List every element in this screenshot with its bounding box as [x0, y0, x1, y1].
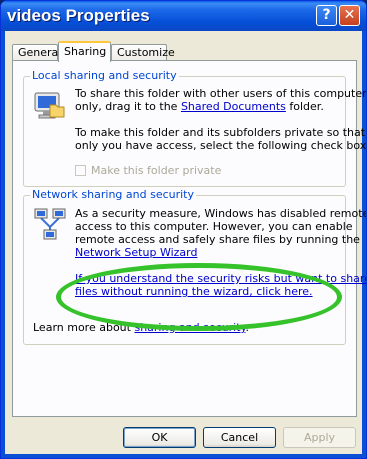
network-sharing-group: Network sharing and security As a securi…	[23, 188, 366, 345]
tab-general[interactable]: General	[12, 44, 61, 61]
cancel-button[interactable]: Cancel	[203, 427, 276, 448]
network-computers-icon	[33, 206, 67, 240]
local-text-line2-suffix: folder.	[285, 100, 324, 113]
network-text-line1: As a security measure, Windows has disab…	[75, 207, 367, 220]
apply-button[interactable]: Apply	[283, 427, 356, 448]
properties-window: videos Properties ? ✕ General Sharing Cu…	[0, 0, 367, 459]
tab-sharing[interactable]: Sharing	[58, 41, 111, 62]
learn-more-text: Learn more about sharing and security.	[33, 321, 249, 334]
network-sharing-legend: Network sharing and security	[30, 188, 197, 201]
make-private-checkbox[interactable]	[75, 165, 86, 176]
sharing-tab-panel: Local sharing and security To share this…	[12, 60, 366, 417]
local-text-line2: only, drag it to the Shared Documents fo…	[75, 100, 324, 113]
computer-folder-icon	[33, 89, 65, 121]
title-bar[interactable]: videos Properties ? ✕	[1, 1, 366, 31]
network-text-line3: remote access and safely share files by …	[75, 233, 360, 246]
window-title: videos Properties	[7, 6, 150, 25]
learn-more-suffix: .	[245, 321, 249, 334]
local-text-line1: To share this folder with other users of…	[75, 87, 367, 100]
window-frame-left	[1, 31, 5, 458]
local-text-line4: only you have access, select the followi…	[75, 139, 367, 152]
share-without-wizard-link-line2[interactable]: files without running the wizard, click …	[75, 285, 313, 298]
tab-customize[interactable]: Customize	[111, 44, 175, 61]
local-sharing-group: Local sharing and security To share this…	[23, 69, 366, 187]
sharing-and-security-link[interactable]: sharing and security	[134, 321, 245, 334]
shared-documents-link[interactable]: Shared Documents	[181, 100, 286, 113]
local-text-line2-prefix: only, drag it to the	[75, 100, 181, 113]
help-button[interactable]: ?	[316, 5, 337, 26]
local-text-line3: To make this folder and its subfolders p…	[75, 126, 366, 139]
network-setup-wizard-link[interactable]: Network Setup Wizard	[75, 246, 197, 259]
learn-more-prefix: Learn more about	[33, 321, 135, 334]
share-without-wizard-link-line1[interactable]: If you understand the security risks but…	[75, 272, 366, 285]
window-frame-bottom	[1, 454, 366, 458]
close-button[interactable]: ✕	[339, 5, 360, 26]
network-text-line2: access to this computer. However, you ca…	[75, 220, 353, 233]
local-sharing-legend: Local sharing and security	[30, 69, 179, 82]
ok-button[interactable]: OK	[123, 427, 196, 448]
make-private-label: Make this folder private	[91, 164, 222, 177]
